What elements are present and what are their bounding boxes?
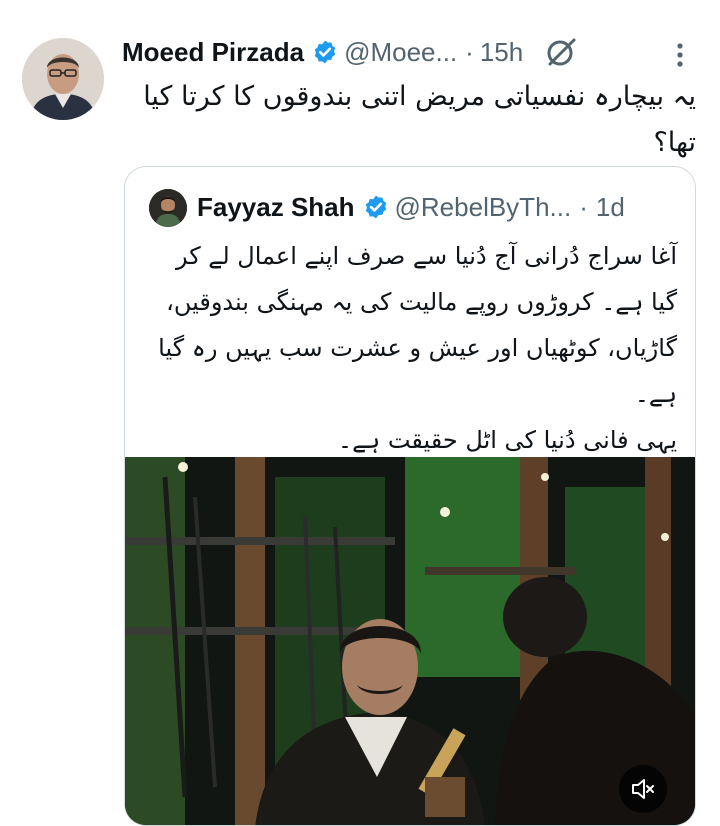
separator-dot: ·	[465, 36, 474, 67]
verified-badge-icon	[314, 40, 336, 64]
tweet[interactable]: Moeed Pirzada @Moee... · 15h یہ بیچارہ ن…	[0, 0, 720, 826]
author-avatar[interactable]	[22, 38, 104, 120]
mute-button[interactable]	[619, 765, 667, 813]
separator-dot: ·	[579, 191, 588, 222]
video-player[interactable]	[125, 457, 695, 825]
quoted-tweet-text: آغا سراج دُرانی آج دُنیا سے صرف اپنے اعم…	[147, 233, 677, 463]
volume-muted-icon	[632, 779, 654, 799]
quoted-tweet-time[interactable]: 1d	[596, 192, 625, 223]
quoted-tweet-header: Fayyaz Shah @RebelByTh... · 1d	[197, 185, 687, 229]
more-vertical-icon[interactable]	[668, 40, 692, 70]
verified-badge-icon	[365, 195, 386, 219]
author-handle[interactable]: @Moee...	[344, 37, 457, 68]
author-name[interactable]: Moeed Pirzada	[122, 37, 304, 68]
quoted-author-avatar[interactable]	[149, 189, 187, 227]
tweet-time[interactable]: 15h	[480, 37, 523, 68]
quoted-author-name[interactable]: Fayyaz Shah	[197, 192, 355, 223]
quoted-tweet[interactable]: Fayyaz Shah @RebelByTh... · 1d آغا سراج …	[124, 166, 696, 826]
tweet-text: یہ بیچارہ نفسیاتی مریض اتنی بندوقوں کا ک…	[143, 81, 696, 158]
quoted-author-handle[interactable]: @RebelByTh...	[395, 192, 572, 223]
video-frame	[125, 457, 695, 825]
quoted-text-paragraph: آغا سراج دُرانی آج دُنیا سے صرف اپنے اعم…	[158, 242, 677, 408]
grok-icon[interactable]	[543, 34, 579, 70]
tweet-header: Moeed Pirzada @Moee... · 15h	[122, 30, 702, 74]
